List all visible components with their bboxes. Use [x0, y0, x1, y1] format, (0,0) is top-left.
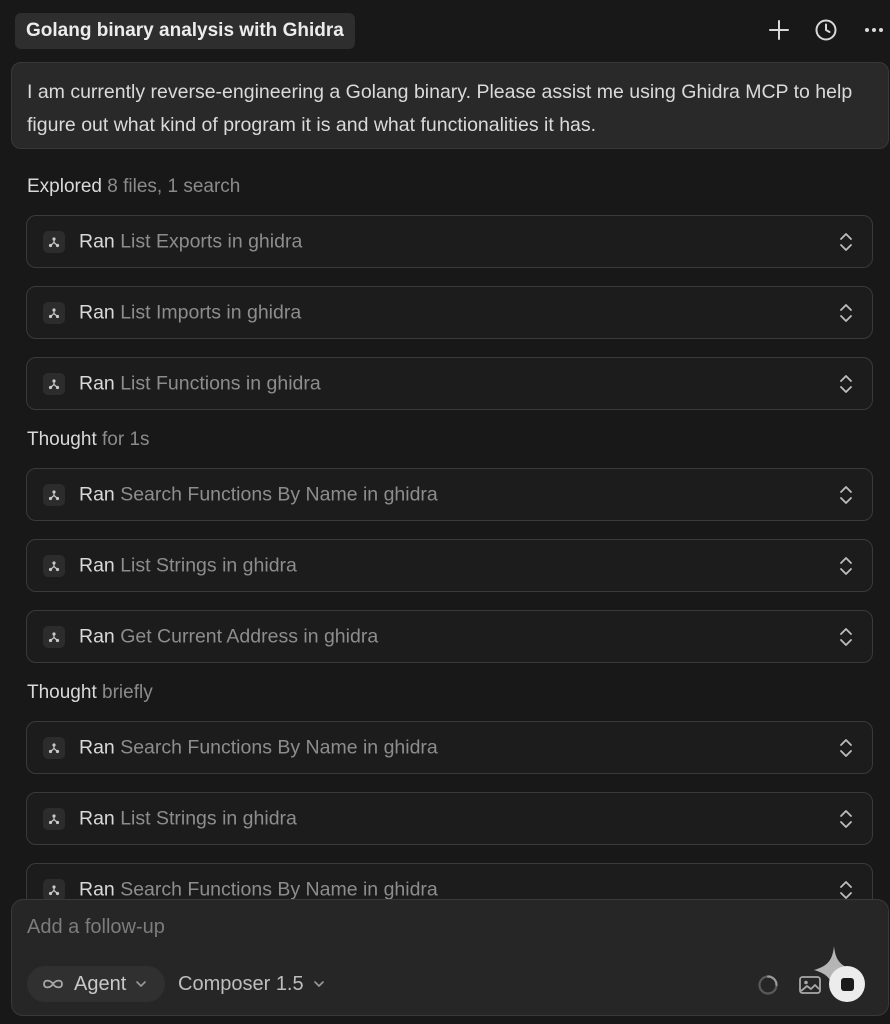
- section-thought[interactable]: Thought for 1s: [27, 429, 150, 451]
- expand-chevron-icon[interactable]: [838, 808, 854, 830]
- loading-spinner-icon: [758, 975, 778, 995]
- mcp-tool-icon: [43, 372, 65, 395]
- tool-call-label: Ran Search Functions By Name in ghidra: [79, 736, 438, 758]
- section-detail: 8 files, 1 search: [107, 176, 241, 197]
- mcp-tool-icon: [43, 625, 65, 648]
- chevron-down-icon: [313, 981, 324, 987]
- tool-call-row[interactable]: Ran List Imports in ghidra: [26, 286, 873, 339]
- tool-call-label: Ran List Strings in ghidra: [79, 807, 297, 829]
- more-icon[interactable]: [860, 16, 888, 44]
- tool-call-row[interactable]: Ran Search Functions By Name in ghidra: [26, 721, 873, 774]
- expand-chevron-icon[interactable]: [838, 373, 854, 395]
- chat-panel: Golang binary analysis with Ghidra I am …: [0, 0, 890, 1024]
- infinity-icon: [43, 979, 63, 989]
- history-clock-icon[interactable]: [812, 16, 840, 44]
- tool-call-label: Ran List Imports in ghidra: [79, 301, 302, 323]
- plus-icon[interactable]: [765, 16, 793, 44]
- tool-call-row[interactable]: Ran List Functions in ghidra: [26, 357, 873, 410]
- follow-up-input[interactable]: [27, 912, 727, 942]
- mcp-tool-icon: [43, 554, 65, 577]
- chat-header: Golang binary analysis with Ghidra: [0, 0, 890, 62]
- mcp-tool-icon: [43, 230, 65, 253]
- expand-chevron-icon[interactable]: [838, 555, 854, 577]
- mcp-tool-icon: [43, 483, 65, 506]
- tool-call-row[interactable]: Ran Get Current Address in ghidra: [26, 610, 873, 663]
- model-label: Composer 1.5: [178, 972, 304, 995]
- section-label: Thought: [27, 682, 97, 703]
- tool-call-label: Ran Search Functions By Name in ghidra: [79, 878, 438, 900]
- expand-chevron-icon[interactable]: [838, 737, 854, 759]
- tool-call-row[interactable]: Ran List Strings in ghidra: [26, 792, 873, 845]
- composer: Agent Composer 1.5: [11, 899, 889, 1016]
- stop-icon: [840, 977, 854, 991]
- section-thought[interactable]: Thought briefly: [27, 682, 153, 704]
- section-explored[interactable]: Explored 8 files, 1 search: [27, 176, 240, 198]
- tool-call-row[interactable]: Ran List Exports in ghidra: [26, 215, 873, 268]
- section-detail: for 1s: [102, 429, 150, 450]
- section-detail: briefly: [102, 682, 153, 703]
- mcp-tool-icon: [43, 736, 65, 759]
- section-label: Thought: [27, 429, 97, 450]
- expand-chevron-icon[interactable]: [838, 484, 854, 506]
- mode-label: Agent: [74, 972, 127, 995]
- mcp-tool-icon: [43, 878, 65, 901]
- agent-mode-dropdown[interactable]: Agent: [27, 966, 165, 1002]
- expand-chevron-icon[interactable]: [838, 302, 854, 324]
- section-label: Explored: [27, 176, 102, 197]
- tool-call-label: Ran List Functions in ghidra: [79, 372, 321, 394]
- stop-button[interactable]: [829, 966, 865, 1002]
- image-icon[interactable]: [798, 974, 822, 996]
- expand-chevron-icon[interactable]: [838, 626, 854, 648]
- tool-call-row[interactable]: Ran Search Functions By Name in ghidra: [26, 468, 873, 521]
- tool-call-label: Ran Search Functions By Name in ghidra: [79, 483, 438, 505]
- tool-call-label: Ran List Strings in ghidra: [79, 554, 297, 576]
- tool-call-label: Ran List Exports in ghidra: [79, 230, 303, 252]
- tool-call-label: Ran Get Current Address in ghidra: [79, 625, 379, 647]
- mcp-tool-icon: [43, 807, 65, 830]
- model-dropdown[interactable]: Composer 1.5: [178, 966, 325, 1002]
- chat-title[interactable]: Golang binary analysis with Ghidra: [15, 13, 355, 49]
- user-message[interactable]: I am currently reverse-engineering a Gol…: [11, 62, 889, 149]
- expand-chevron-icon[interactable]: [838, 231, 854, 253]
- expand-chevron-icon[interactable]: [838, 879, 854, 901]
- mcp-tool-icon: [43, 301, 65, 324]
- tool-call-row[interactable]: Ran List Strings in ghidra: [26, 539, 873, 592]
- chevron-down-icon: [136, 981, 147, 987]
